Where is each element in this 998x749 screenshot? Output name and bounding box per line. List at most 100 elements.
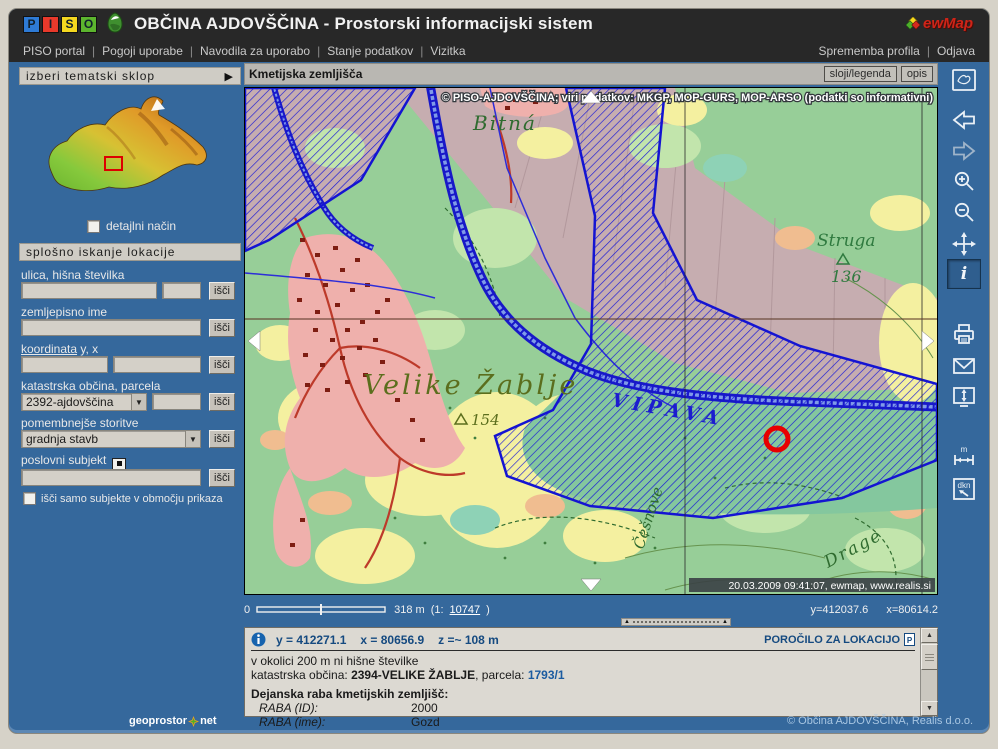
street-label: ulica, hišna številka xyxy=(21,268,124,282)
coordinate-link[interactable]: koordinata xyxy=(21,342,77,356)
svg-text:dkn: dkn xyxy=(958,481,971,490)
fit-screen-button[interactable] xyxy=(947,382,981,412)
menu-separator: | xyxy=(317,44,320,58)
services-label: pomembnejše storitve xyxy=(21,416,138,430)
pan-button[interactable] xyxy=(947,229,981,259)
mail-button[interactable] xyxy=(947,351,981,381)
layers-legend-button[interactable]: sloji/legenda xyxy=(824,66,897,82)
services-select[interactable]: gradnja stavb ▼ xyxy=(21,430,201,448)
cadastre-label: katastrska občina, parcela xyxy=(21,379,160,393)
map-attribution: © PISO-AJDOVŠČINA; viri podatkov: MKGP, … xyxy=(442,91,934,104)
piso-logo[interactable]: P I S O xyxy=(23,16,97,33)
selected-x-coordinate: x = 80656.9 xyxy=(360,633,424,647)
menu-separator: | xyxy=(92,44,95,58)
raba-id-value: 2000 xyxy=(411,701,438,715)
scale-distance: 318 m xyxy=(394,604,425,616)
land-use-section-title: Dejanska raba kmetijskih zemljišč: xyxy=(251,687,915,701)
measure-button[interactable]: m xyxy=(947,441,981,471)
chevron-down-icon[interactable]: ▼ xyxy=(131,394,146,410)
info-panel-scrollbar[interactable]: ▲ ▼ xyxy=(920,628,937,716)
scale-ratio-link[interactable]: 10747 xyxy=(450,604,481,616)
description-button[interactable]: opis xyxy=(901,66,933,82)
detail-mode-checkbox[interactable] xyxy=(87,220,100,233)
ewmap-icon xyxy=(906,17,920,31)
zoom-out-button[interactable] xyxy=(947,198,981,228)
business-info-icon[interactable] xyxy=(112,458,126,470)
back-button[interactable] xyxy=(947,105,981,135)
coordinate-x-input[interactable] xyxy=(113,356,201,373)
menu-navodila[interactable]: Navodila za uporabo xyxy=(200,44,310,58)
zoom-in-button[interactable] xyxy=(947,167,981,197)
svg-text:m: m xyxy=(961,445,968,454)
selected-z-coordinate: z =~ 108 m xyxy=(438,633,499,647)
chevron-right-icon[interactable]: ▶ xyxy=(225,70,234,83)
parcel-input[interactable] xyxy=(152,393,201,410)
street-search-button[interactable]: išči xyxy=(209,282,235,300)
cursor-y-coordinate: y=412037.6 xyxy=(811,604,869,616)
cadastre-prefix: katastrska občina: xyxy=(251,668,348,682)
location-report-label: POROČILO ZA LOKACIJO xyxy=(764,634,900,646)
municipality-extent-button[interactable] xyxy=(947,65,981,95)
app-window: P I S O OBČINA AJDOVŠČINA - Prostorski i… xyxy=(8,8,990,734)
business-label-text: poslovni subjekt xyxy=(21,453,106,467)
scrollbar-thumb[interactable] xyxy=(921,644,938,670)
coordinate-search-button[interactable]: išči xyxy=(209,356,235,374)
business-input[interactable] xyxy=(21,469,201,486)
menu-pogoji-uporabe[interactable]: Pogoji uporabe xyxy=(102,44,183,58)
geoprostor-label: geoprostor xyxy=(129,715,187,727)
menu-odjava[interactable]: Odjava xyxy=(937,44,975,58)
area-only-checkbox[interactable] xyxy=(23,492,36,505)
geoname-input[interactable] xyxy=(21,319,201,336)
geoname-search-button[interactable]: išči xyxy=(209,319,235,337)
menu-piso-portal[interactable]: PISO portal xyxy=(23,44,85,58)
coordinate-label-rest: y, x xyxy=(77,342,98,356)
piso-logo-letter: I xyxy=(42,16,59,33)
map-label-area1: Struga xyxy=(817,231,876,251)
business-label: poslovni subjekt xyxy=(21,453,126,470)
parcel-link[interactable]: 1793/1 xyxy=(528,668,565,682)
overview-map[interactable] xyxy=(31,91,227,218)
map-canvas[interactable]: Bitná Struga 136 Velike Žablje 154 VIPAV… xyxy=(244,87,938,595)
business-search-button[interactable]: išči xyxy=(209,469,235,487)
scale-row: 0 318 m (1: 10747 ) y=412037.6 x=80614.2 xyxy=(244,601,938,619)
house-number-input[interactable] xyxy=(162,282,201,299)
theme-selector-label: izberi tematski sklop xyxy=(26,69,155,83)
print-button[interactable] xyxy=(947,319,981,349)
menu-separator: | xyxy=(927,44,930,58)
panel-splitter[interactable]: ▲ ▲ xyxy=(621,618,731,626)
menu-stanje-podatkov[interactable]: Stanje podatkov xyxy=(327,44,413,58)
copyright-text: © Občina AJDOVŠČINA, Realis d.o.o. xyxy=(787,715,973,727)
raba-ime-key: RABA (ime): xyxy=(251,715,411,729)
cadastre-select[interactable]: 2392-ajdovščina ▼ xyxy=(21,393,147,411)
raba-id-key: RABA (ID): xyxy=(251,701,411,715)
geoprostor-link[interactable]: geoprostor net xyxy=(129,715,217,727)
cadastre-search-button[interactable]: išči xyxy=(209,393,235,411)
location-report-link[interactable]: POROČILO ZA LOKACIJO P xyxy=(764,633,915,646)
scale-bar xyxy=(256,604,388,616)
services-select-value: gradnja stavb xyxy=(26,432,98,446)
selected-y-coordinate: y = 412271.1 xyxy=(276,633,346,647)
raba-ime-value: Gozd xyxy=(411,715,440,729)
scale-ratio-close: ) xyxy=(486,604,490,616)
street-input[interactable] xyxy=(21,282,157,299)
dkn-button[interactable]: dkn xyxy=(947,474,981,504)
info-tool-button[interactable]: i xyxy=(947,259,981,289)
geoprostor-suffix: net xyxy=(200,715,217,727)
chevron-down-icon[interactable]: ▼ xyxy=(185,431,200,447)
coordinate-y-input[interactable] xyxy=(21,356,108,373)
scroll-up-icon[interactable]: ▲ xyxy=(921,628,938,643)
menu-separator: | xyxy=(420,44,423,58)
forward-button[interactable] xyxy=(947,136,981,166)
search-section-label: splošno iskanje lokacije xyxy=(26,245,175,259)
theme-selector-bar[interactable]: izberi tematski sklop ▶ xyxy=(19,67,241,85)
menu-vizitka[interactable]: Vizitka xyxy=(430,44,465,58)
scroll-down-icon[interactable]: ▼ xyxy=(921,701,938,716)
geoprostor-icon xyxy=(188,716,199,727)
services-search-button[interactable]: išči xyxy=(209,430,235,448)
map-header: Kmetijska zemljišča sloji/legenda opis xyxy=(244,63,938,85)
cadastre-select-value: 2392-ajdovščina xyxy=(26,395,113,409)
svg-text:P: P xyxy=(907,636,913,645)
cursor-x-coordinate: x=80614.2 xyxy=(886,604,938,616)
search-section-header: splošno iskanje lokacije xyxy=(19,243,241,261)
menu-sprememba-profila[interactable]: Sprememba profila xyxy=(818,44,919,58)
